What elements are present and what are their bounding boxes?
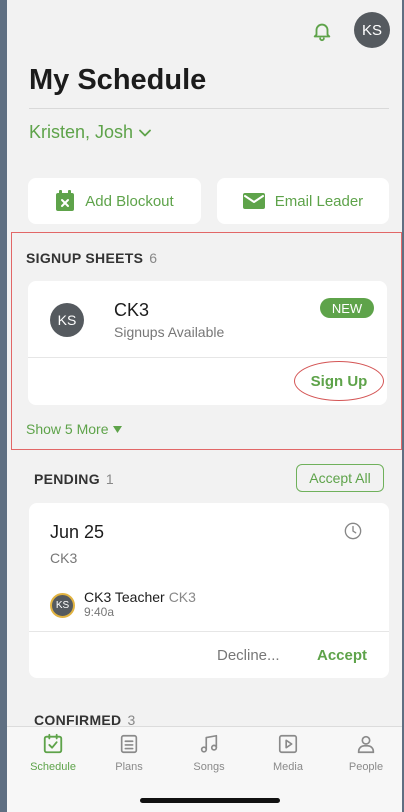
pending-date: Jun 25 (50, 522, 105, 542)
new-badge: NEW (320, 298, 374, 318)
show-more-button[interactable]: Show 5 More (26, 421, 123, 437)
tab-plans[interactable]: Plans (97, 733, 161, 773)
header: KS My Schedule Kristen, Josh (7, 0, 402, 160)
person-icon (357, 735, 375, 754)
person-team: CK3 (168, 589, 196, 605)
pending-title: PENDING (34, 471, 100, 487)
pending-service: CK3 (50, 550, 78, 566)
page-title: My Schedule (29, 64, 207, 96)
signup-card-name: CK3 (114, 300, 150, 320)
tab-media-label: Media (273, 761, 303, 773)
list-icon (120, 734, 138, 754)
play-icon (278, 734, 298, 754)
add-blockout-label: Add Blockout (85, 192, 174, 210)
email-leader-button[interactable]: Email Leader (217, 178, 389, 224)
people-selector-label: Kristen, Josh (29, 122, 134, 142)
person-role: CK3 Teacher CK3 (84, 589, 196, 605)
signup-sheets-title: SIGNUP SHEETS (26, 250, 144, 266)
tab-bar: Schedule Plans Songs Media People (7, 726, 402, 812)
app-screen: KS My Schedule Kristen, Josh Add Blockou… (7, 0, 402, 812)
tab-people-label: People (348, 761, 384, 773)
caret-down-icon (113, 425, 123, 433)
pending-count: 1 (105, 471, 114, 487)
email-leader-label: Email Leader (274, 192, 364, 210)
add-blockout-button[interactable]: Add Blockout (28, 178, 201, 224)
person-time: 9:40a (84, 605, 115, 619)
tab-plans-label: Plans (115, 761, 143, 773)
decline-button[interactable]: Decline... (217, 647, 280, 664)
tab-schedule[interactable]: Schedule (21, 733, 85, 773)
accept-button[interactable]: Accept (317, 647, 367, 664)
signup-card-divider (28, 357, 387, 358)
tab-people[interactable]: People (334, 733, 398, 773)
chevron-down-icon (139, 129, 151, 136)
accept-all-button[interactable]: Accept All (296, 464, 384, 492)
sign-up-button[interactable]: Sign Up (294, 361, 384, 401)
home-indicator[interactable] (140, 798, 280, 803)
calendar-check-icon (43, 733, 63, 754)
signup-sheets-heading: SIGNUP SHEETS 6 (26, 250, 157, 266)
pending-card[interactable]: Jun 25 CK3 KS CK3 Teacher CK3 9:40a Decli… (29, 503, 389, 678)
music-note-icon (200, 734, 218, 753)
signup-sheets-count: 6 (149, 250, 158, 266)
signup-card-subtitle: Signups Available (114, 324, 225, 340)
tab-songs[interactable]: Songs (177, 733, 241, 773)
person-role-label: CK3 Teacher (84, 589, 165, 605)
people-selector[interactable]: Kristen, Josh (29, 122, 151, 143)
signup-card-avatar: KS (50, 303, 84, 337)
clock-icon (344, 522, 362, 540)
show-more-label: Show 5 More (26, 421, 109, 437)
envelope-icon (242, 193, 265, 209)
profile-avatar[interactable]: KS (354, 12, 390, 48)
tab-media[interactable]: Media (256, 733, 320, 773)
bell-icon[interactable] (311, 20, 333, 42)
person-avatar: KS (50, 593, 75, 618)
pending-card-divider (29, 631, 389, 632)
tab-schedule-label: Schedule (30, 761, 76, 773)
calendar-x-icon (56, 190, 75, 211)
title-divider (29, 108, 389, 109)
signup-card[interactable]: KS CK3 Signups Available NEW Sign Up (28, 281, 387, 405)
signup-sheets-section: SIGNUP SHEETS 6 KS CK3 Signups Available … (11, 232, 402, 450)
pending-heading: PENDING 1 (34, 471, 114, 487)
tab-songs-label: Songs (193, 761, 225, 773)
